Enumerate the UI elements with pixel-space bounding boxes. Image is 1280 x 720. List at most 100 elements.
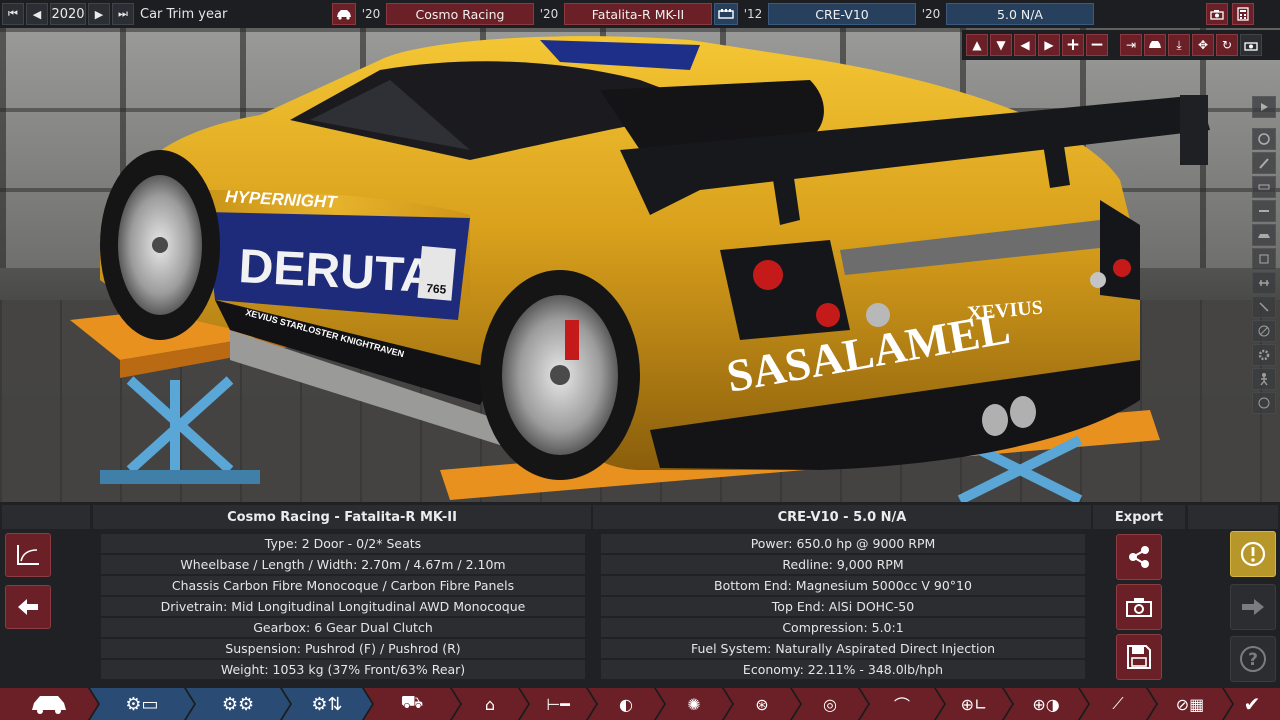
skip-back-icon[interactable]: ⏮ xyxy=(2,3,24,25)
nav-body[interactable]: ⌂ xyxy=(452,688,528,720)
fixtures-nav-icon: ◐ xyxy=(619,694,633,714)
year-value[interactable]: 2020 xyxy=(50,3,86,25)
back-arrow-icon[interactable] xyxy=(5,585,51,629)
no-aero-icon[interactable] xyxy=(1252,320,1276,342)
graph-icon[interactable] xyxy=(5,533,51,577)
car-view-icon[interactable] xyxy=(1144,34,1166,56)
engine-tune-icon: ⚙⇅ xyxy=(311,693,343,715)
skip-forward-icon[interactable]: ⏭ xyxy=(112,3,134,25)
nav-car-model[interactable] xyxy=(0,688,98,720)
suspension-icon[interactable] xyxy=(1252,176,1276,198)
engine-redline: Redline: 9,000 RPM xyxy=(601,555,1085,574)
engine-spec-list: Power: 650.0 hp @ 9000 RPM Redline: 9,00… xyxy=(601,534,1085,679)
arrow-up-icon[interactable]: ▲ xyxy=(966,34,988,56)
nav-car-chassis[interactable]: ⛟ xyxy=(364,688,460,720)
nav-paint[interactable]: ⟋ xyxy=(1080,688,1156,720)
engine-top-end: Top End: AlSi DOHC-50 xyxy=(601,597,1085,616)
engine-variant-name[interactable]: 5.0 N/A xyxy=(946,3,1094,25)
nav-drivetrain[interactable]: ⊢━ xyxy=(520,688,596,720)
calculator-icon[interactable] xyxy=(1232,3,1254,25)
nav-engine-parts[interactable]: ⚙⚙ xyxy=(186,688,290,720)
bottom-navigation: ⚙▭ ⚙⚙ ⚙⇅ ⛟ ⌂ ⊢━ ◐ ✺ ⊛ ◎ ⌒ ⊕∟ ⊕◑ ⟋ ⊘▦ ✔ xyxy=(0,688,1280,720)
engine-fuel-system: Fuel System: Naturally Aspirated Direct … xyxy=(601,639,1085,658)
top-bar: ⏮ ◀ 2020 ▶ ⏭ Car Trim year '20 Cosmo Rac… xyxy=(0,0,1280,28)
nav-suspension[interactable]: ✺ xyxy=(656,688,732,720)
svg-text:?: ? xyxy=(1248,650,1258,670)
car-chassis: Chassis Carbon Fibre Monocoque / Carbon … xyxy=(101,576,585,595)
nav-test-track[interactable]: ⊘▦ xyxy=(1148,688,1232,720)
car-type: Type: 2 Door - 0/2* Seats xyxy=(101,534,585,553)
nav-wheels[interactable]: ⊛ xyxy=(724,688,800,720)
car-info-title: Cosmo Racing - Fatalita-R MK-II xyxy=(93,505,591,529)
top-right-actions xyxy=(1206,3,1254,25)
nav-engine-tune[interactable]: ⚙⇅ xyxy=(282,688,372,720)
warning-icon[interactable] xyxy=(1230,531,1276,577)
car-spec-list: Type: 2 Door - 0/2* Seats Wheelbase / Le… xyxy=(101,534,585,679)
company-name[interactable]: Cosmo Racing xyxy=(386,3,534,25)
save-icon[interactable] xyxy=(1116,634,1162,680)
lower-icon[interactable]: ⤓ xyxy=(1168,34,1190,56)
nav-brakes[interactable]: ◎ xyxy=(792,688,868,720)
rotate-icon[interactable]: ↻ xyxy=(1216,34,1238,56)
model-name[interactable]: Fatalita-R MK-II xyxy=(564,3,712,25)
engine-bottom-end: Bottom End: Magnesium 5000cc V 90°10 xyxy=(601,576,1085,595)
expand-icon[interactable] xyxy=(1252,96,1276,118)
car-dimensions: Wheelbase / Length / Width: 2.70m / 4.67… xyxy=(101,555,585,574)
zoom-in-icon[interactable]: + xyxy=(1062,34,1084,56)
arrow-right-icon[interactable]: ▶ xyxy=(1038,34,1060,56)
body-icon[interactable] xyxy=(1252,224,1276,246)
wheel-rear xyxy=(480,270,640,480)
year-label: Car Trim year xyxy=(140,6,228,22)
engine-info-title: CRE-V10 - 5.0 N/A xyxy=(593,505,1091,529)
arrow-down-icon[interactable]: ▼ xyxy=(990,34,1012,56)
next-icon[interactable]: ▶ xyxy=(88,3,110,25)
model-year: '20 xyxy=(539,7,559,21)
prev-icon[interactable]: ◀ xyxy=(26,3,48,25)
help-icon[interactable]: ? xyxy=(1230,636,1276,682)
drivetrain-nav-icon: ⊢━ xyxy=(546,694,570,714)
paint-nav-icon: ⟋ xyxy=(1112,694,1124,713)
engine-power: Power: 650.0 hp @ 9000 RPM xyxy=(601,534,1085,553)
engine-family-year: '12 xyxy=(743,7,763,21)
export-camera-icon[interactable] xyxy=(1116,584,1162,630)
brakes-nav-icon: ◎ xyxy=(823,694,837,714)
drivetrain-icon[interactable] xyxy=(1252,272,1276,294)
screenshot-icon[interactable] xyxy=(1240,34,1262,56)
info-panel: Cosmo Racing - Fatalita-R MK-II Type: 2 … xyxy=(0,502,1280,688)
nav-safety[interactable]: ⊕◑ xyxy=(1004,688,1088,720)
car-selector: '20 Cosmo Racing '20 Fatalita-R MK-II xyxy=(332,3,712,25)
person-icon[interactable] xyxy=(1252,368,1276,390)
engine-family-name[interactable]: CRE-V10 xyxy=(768,3,916,25)
nav-engine-family[interactable]: ⚙▭ xyxy=(90,688,194,720)
car-render: HYPERNIGHT DERUTA XEVIUS STARLOSTER KNIG… xyxy=(70,36,1210,502)
nav-aero[interactable]: ⌒ xyxy=(860,688,944,720)
aero-nav-icon: ⌒ xyxy=(893,696,910,715)
circle-icon[interactable] xyxy=(1252,392,1276,414)
gear-icon[interactable] xyxy=(1252,344,1276,366)
gizmo-icon[interactable]: ✥ xyxy=(1192,34,1214,56)
engine-family-icon: ⚙▭ xyxy=(125,693,159,715)
arrow-left-icon[interactable]: ◀ xyxy=(1014,34,1036,56)
engine-icon[interactable] xyxy=(714,3,738,25)
car-gearbox: Gearbox: 6 Gear Dual Clutch xyxy=(101,618,585,637)
align-right-icon[interactable]: ⇥ xyxy=(1120,34,1142,56)
test-track-nav-icon: ⊘▦ xyxy=(1175,694,1205,714)
paint-icon[interactable] xyxy=(1252,152,1276,174)
side-icon-column xyxy=(1252,96,1278,414)
right-tools-header xyxy=(1188,505,1278,529)
interior-icon[interactable] xyxy=(1252,248,1276,270)
share-icon[interactable] xyxy=(1116,534,1162,580)
car-icon[interactable] xyxy=(332,3,356,25)
camera-icon[interactable] xyxy=(1206,3,1228,25)
lights-icon[interactable] xyxy=(1252,296,1276,318)
engine-selector: '12 CRE-V10 '20 5.0 N/A xyxy=(714,3,1094,25)
nav-finish[interactable]: ✔ xyxy=(1224,688,1280,720)
next-arrow-icon[interactable] xyxy=(1230,584,1276,630)
zoom-out-icon[interactable]: − xyxy=(1086,34,1108,56)
3d-viewport[interactable]: HYPERNIGHT DERUTA XEVIUS STARLOSTER KNIG… xyxy=(0,0,1280,502)
chassis-icon[interactable] xyxy=(1252,200,1276,222)
nav-fixtures[interactable]: ◐ xyxy=(588,688,664,720)
wheels-nav-icon: ⊛ xyxy=(755,694,769,714)
brake-icon[interactable] xyxy=(1252,128,1276,150)
nav-interior[interactable]: ⊕∟ xyxy=(936,688,1012,720)
